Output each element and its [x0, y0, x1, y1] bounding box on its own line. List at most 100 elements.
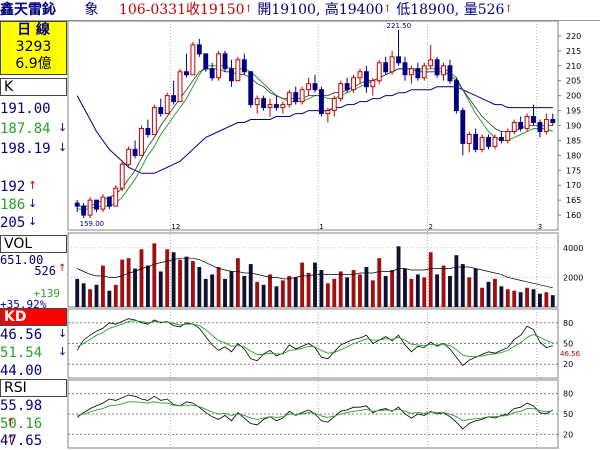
- candle-body: [261, 98, 267, 109]
- candle-body: [87, 199, 93, 216]
- volume-bar: [435, 274, 440, 307]
- kd-tick-label: 20: [563, 360, 573, 369]
- volume-bar: [370, 280, 375, 307]
- volume-bar: [100, 265, 105, 307]
- volume-bar: [390, 270, 395, 307]
- volume-bar: [223, 278, 227, 307]
- candle-body: [524, 116, 530, 129]
- candle-body: [164, 95, 170, 115]
- volume-bar: [94, 284, 99, 307]
- candle-body: [145, 127, 151, 135]
- candle-body: [203, 53, 209, 70]
- candle-body: [370, 80, 376, 88]
- volume-bar: [493, 278, 497, 307]
- volume-bar: [505, 289, 510, 307]
- candle-body: [190, 44, 196, 76]
- candle-body: [248, 71, 254, 106]
- candle-body: [434, 59, 440, 76]
- candle-body: [306, 83, 312, 91]
- rsi-tick-label: 80: [563, 390, 573, 399]
- price-tick-label: 195: [566, 107, 581, 116]
- candle-body: [100, 196, 106, 210]
- candle-body: [94, 199, 99, 210]
- volume-bar: [550, 295, 555, 307]
- volume-bar: [460, 264, 465, 307]
- volume-bar: [190, 261, 195, 307]
- price-tick-label: 215: [566, 47, 581, 56]
- candle-body: [543, 119, 549, 132]
- volume-bar: [203, 278, 208, 307]
- candle-body: [151, 107, 157, 135]
- volume-bar: [75, 278, 80, 307]
- low-annotation: 159.00: [80, 220, 105, 228]
- volume-bar: [158, 271, 163, 307]
- candle-body: [344, 83, 350, 91]
- high-annotation: 221.50: [387, 22, 412, 30]
- candle-body: [293, 92, 299, 103]
- month-label: 1: [319, 223, 323, 231]
- candle-body: [363, 71, 369, 88]
- candle-body: [312, 83, 318, 91]
- volume-bar: [396, 246, 401, 307]
- candle-body: [106, 196, 112, 207]
- volume-bar: [338, 271, 343, 307]
- price-tick-label: 210: [566, 62, 581, 71]
- candle-body: [119, 163, 125, 189]
- candle-body: [235, 59, 241, 82]
- volume-bar: [293, 277, 298, 307]
- candle-body: [473, 133, 479, 150]
- candle-body: [479, 136, 485, 150]
- chart-canvas: 1601651701751801851901952002052102152201…: [67, 20, 583, 449]
- candle-body: [396, 56, 401, 64]
- price-tick-label: 180: [566, 151, 581, 160]
- volume-bar: [441, 265, 446, 307]
- candle-body: [177, 71, 183, 103]
- candle-body: [318, 89, 324, 115]
- volume-bar: [467, 277, 472, 307]
- candle-body: [229, 68, 234, 82]
- candle-body: [518, 122, 524, 129]
- volume-bar: [422, 277, 427, 307]
- candle-body: [325, 110, 331, 115]
- volume-bar: [113, 284, 118, 307]
- volume-bar: [261, 284, 266, 307]
- volume-bar: [448, 275, 452, 307]
- price-tick-label: 165: [566, 196, 581, 205]
- candle-body: [331, 98, 337, 112]
- volume-bar: [473, 268, 478, 307]
- volume-bar: [358, 274, 362, 307]
- volume-bar: [480, 287, 485, 307]
- candle-body: [376, 62, 382, 82]
- candle-body: [241, 59, 247, 73]
- price-tick-label: 170: [566, 181, 581, 190]
- candle-body: [357, 71, 363, 79]
- volume-bar: [525, 287, 530, 307]
- candle-body: [274, 104, 279, 109]
- candle-body: [447, 65, 453, 82]
- candle-body: [441, 65, 446, 76]
- volume-bar: [197, 267, 202, 307]
- candle-body: [209, 68, 215, 79]
- volume-bar: [81, 283, 86, 307]
- candle-body: [113, 187, 119, 207]
- candle-body: [196, 44, 202, 55]
- volume-bar: [351, 270, 356, 307]
- volume-bar: [544, 292, 549, 307]
- candle-body: [466, 133, 472, 144]
- volume-bar: [126, 258, 131, 307]
- volume-bar: [171, 252, 176, 307]
- candle-body: [299, 89, 305, 103]
- price-tick-label: 175: [566, 166, 581, 175]
- volume-bar: [428, 252, 433, 307]
- price-tick-label: 185: [566, 136, 581, 145]
- volume-bar: [409, 278, 414, 307]
- volume-bar: [538, 293, 542, 307]
- candle-body: [74, 202, 80, 207]
- candle-body: [126, 148, 132, 165]
- volume-bar: [287, 275, 292, 307]
- candle-body: [171, 95, 177, 103]
- volume-tick-label: 2000: [563, 273, 583, 282]
- candle-body: [421, 65, 427, 79]
- candle-body: [498, 136, 504, 141]
- volume-bar: [255, 281, 260, 307]
